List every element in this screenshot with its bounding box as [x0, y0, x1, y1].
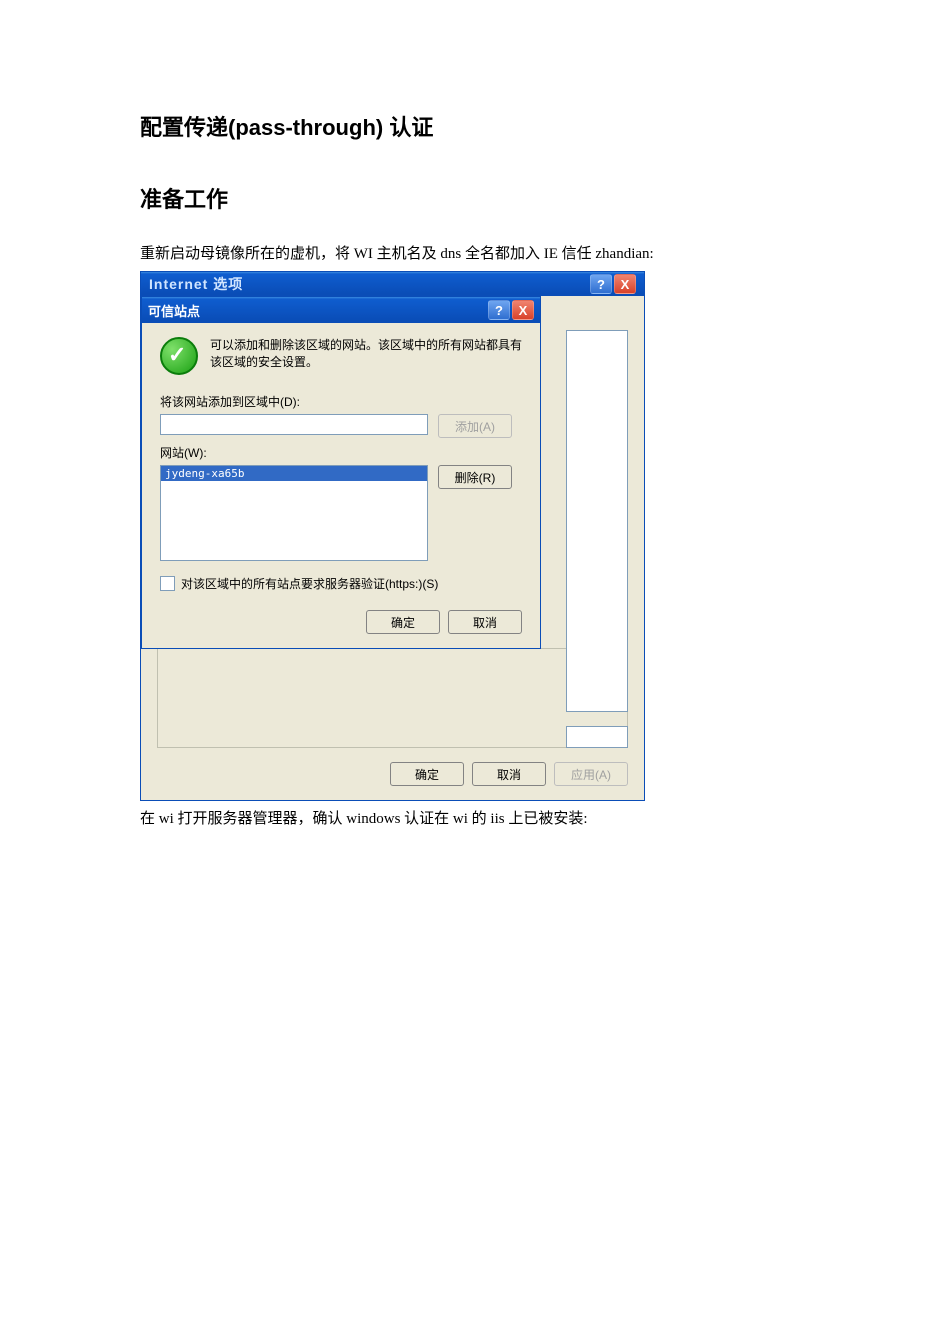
outer-ok-button[interactable]: 确定 [390, 762, 464, 786]
add-site-button[interactable]: 添加(A) [438, 414, 512, 438]
add-site-input[interactable] [160, 414, 428, 435]
outer-close-button[interactable]: X [614, 274, 636, 294]
trusted-help-button[interactable]: ? [488, 300, 510, 320]
doc-heading-1: 配置传递(pass-through) 认证 [140, 110, 805, 142]
trusted-ok-button[interactable]: 确定 [366, 610, 440, 634]
outer-cancel-button[interactable]: 取消 [472, 762, 546, 786]
trusted-info-text: 可以添加和删除该区域的网站。该区域中的所有网站都具有该区域的安全设置。 [210, 337, 522, 371]
doc-paragraph-2: 在 wi 打开服务器管理器，确认 windows 认证在 wi 的 iis 上已… [140, 807, 805, 828]
trusted-sites-title: 可信站点 [148, 301, 200, 320]
outer-groupbox [157, 648, 628, 748]
require-https-checkbox[interactable] [160, 576, 175, 591]
doc-paragraph-1: 重新启动母镜像所在的虚机，将 WI 主机名及 dns 全名都加入 IE 信任 z… [140, 242, 805, 263]
require-https-label: 对该区域中的所有站点要求服务器验证(https:)(S) [181, 575, 438, 592]
sites-listbox[interactable]: jydeng-xa65b [160, 465, 428, 561]
internet-options-window: Internet 选项 ? X 可信站点 ? X 可以添加和删除该区域的网站。该… [140, 271, 645, 801]
trusted-sites-dialog: 可信站点 ? X 可以添加和删除该区域的网站。该区域中的所有网站都具有该区域的安… [141, 296, 541, 649]
trusted-check-icon [160, 337, 198, 375]
internet-options-titlebar: Internet 选项 ? X [141, 272, 644, 296]
doc-heading-2: 准备工作 [140, 182, 805, 214]
trusted-close-button[interactable]: X [512, 300, 534, 320]
background-small-box [566, 726, 628, 748]
outer-help-button[interactable]: ? [590, 274, 612, 294]
remove-site-button[interactable]: 删除(R) [438, 465, 512, 489]
add-site-label: 将该网站添加到区域中(D): [160, 393, 522, 410]
trusted-cancel-button[interactable]: 取消 [448, 610, 522, 634]
list-item[interactable]: jydeng-xa65b [161, 466, 427, 481]
internet-options-title: Internet 选项 [149, 274, 243, 294]
outer-apply-button[interactable]: 应用(A) [554, 762, 628, 786]
require-https-row[interactable]: 对该区域中的所有站点要求服务器验证(https:)(S) [160, 575, 522, 592]
background-panel [566, 330, 628, 712]
trusted-sites-titlebar: 可信站点 ? X [142, 297, 540, 323]
sites-listbox-label: 网站(W): [160, 444, 522, 461]
